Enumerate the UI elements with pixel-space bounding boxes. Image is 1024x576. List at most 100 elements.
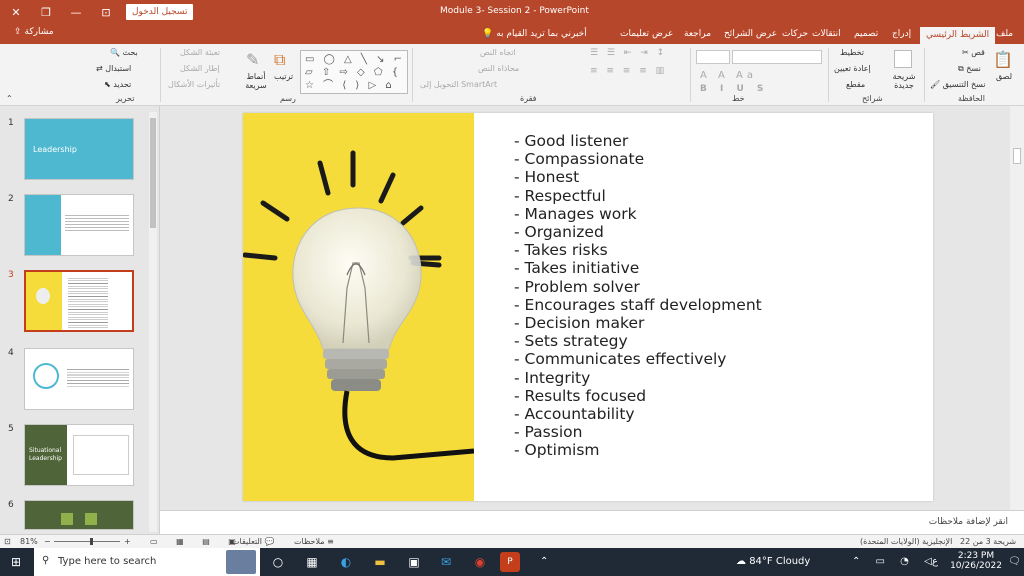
task-view-icon[interactable]: ○ [268,552,288,572]
slide-thumbnail-3[interactable] [24,270,134,332]
font-size-controls[interactable]: A A Aa [700,70,757,81]
tab-insert[interactable]: إدراج [892,27,911,44]
font-name-select[interactable] [732,50,822,64]
windows-start-icon[interactable]: ⊞ [6,552,26,572]
tab-home[interactable]: الشريط الرئيسي [920,27,996,44]
fit-slide-icon[interactable]: ⊡ [4,537,11,546]
tab-animations[interactable]: حركات [782,27,808,44]
zoom-level[interactable]: 81% [20,537,38,546]
slide-canvas[interactable]: - Good listener - Compassionate - Honest… [243,113,933,501]
zoom-slider-thumb[interactable] [90,538,93,545]
close-icon: ✕ [11,5,21,19]
copy-button[interactable]: ⧉ نسخ [958,64,981,74]
cut-button[interactable]: ✂ قص [962,48,985,57]
slide-thumbnail-4[interactable] [24,348,134,410]
scroll-handle[interactable] [1013,148,1021,164]
tab-view[interactable]: عرض [652,27,673,44]
file-explorer-icon[interactable]: ▬ [370,552,390,572]
shape-outline-button[interactable]: إطار الشكل [180,64,220,73]
close-button[interactable]: ✕ [6,3,26,21]
select-button[interactable]: ⬉ تحديد [104,80,131,89]
tab-help[interactable]: تعليمات [620,27,649,44]
paste-button[interactable]: لصق [996,72,1012,81]
slide-thumbnail-2[interactable] [24,194,134,256]
store-icon[interactable]: ▣ [404,552,424,572]
lightbulb-image[interactable] [243,113,474,501]
list-item: - Takes initiative [514,259,640,278]
replace-label: استبدال [105,64,132,73]
zoom-slider[interactable] [54,538,120,545]
restore-button[interactable]: ❐ [36,3,56,21]
taskbar-chevron-icon[interactable]: ⌃ [540,556,548,567]
quick-styles-icon[interactable]: ✎ [246,50,259,69]
powerpoint-icon[interactable]: P [500,552,520,572]
new-slide-button[interactable]: شريحة جديدة [886,72,922,90]
list-item: - Takes risks [514,241,608,260]
quick-styles-button[interactable]: أنماط سريعة [240,72,272,90]
text-direction-button[interactable]: اتجاه النص [480,48,516,57]
slide-scrollbar[interactable] [1010,106,1024,510]
slide-thumbnail-5[interactable]: Situational Leadership [24,424,134,486]
slide-thumbnail-6[interactable] [24,500,134,530]
list-controls[interactable]: ☰ ☰ ⇤ ⇥ ↕ [590,48,667,58]
find-button[interactable]: 🔍 بحث [110,48,138,57]
paste-icon[interactable]: 📋 [993,50,1013,69]
widgets-icon[interactable]: ▦ [302,552,322,572]
thumb-block [85,513,97,525]
thumbnail-scrollbar[interactable] [149,112,157,532]
sign-in-button[interactable]: تسجيل الدخول [126,4,194,20]
format-painter-button[interactable]: 🖌 نسخ التنسيق [930,80,985,89]
minimize-button[interactable]: — [66,3,86,21]
chrome-icon[interactable]: ◉ [470,552,490,572]
tab-design[interactable]: تصميم [854,27,878,44]
new-slide-icon[interactable] [894,50,912,68]
tab-file[interactable]: ملف [996,27,1013,44]
edge-icon[interactable]: ◐ [336,552,356,572]
ribbon-display-button[interactable]: ⊡ [96,3,116,21]
shape-effects-button[interactable]: تأثيرات الأشكال [168,80,220,89]
tab-slideshow[interactable]: عرض الشرائح [724,27,777,44]
replace-button[interactable]: ⇄ استبدال [96,64,131,73]
shapes-gallery[interactable]: ▭ ◯ △ ╲ ↘ ⌐ ▱ ⇧ ⇨ ◇ ⬠ {☆ ⌒ ⟨ ⟩ ▷ ⌂ [300,50,408,94]
tray-icons[interactable]: ⌃ ▭ ◔ ◁ [852,556,938,567]
smartart-button[interactable]: التحويل إلى SmartArt [420,80,497,89]
zoom-in-icon[interactable]: + [124,537,131,546]
thumb-number: 4 [8,348,14,358]
notes-pane[interactable]: انقر لإضافة ملاحظات [160,510,1024,534]
notes-button[interactable]: ملاحظات ≡ [294,537,334,546]
font-size-select[interactable] [696,50,730,64]
shape-fill-button[interactable]: تعبئة الشكل [180,48,220,57]
qualities-list[interactable]: - Good listener - Compassionate - Honest… [514,132,762,460]
arrange-icon[interactable]: ⧉ [274,50,285,70]
clock[interactable]: 2:23 PM 10/26/2022 [946,551,1006,571]
tab-transitions[interactable]: انتقالات [812,27,841,44]
tab-review[interactable]: مراجعة [684,27,711,44]
scroll-handle[interactable] [150,118,156,228]
tell-me-box[interactable]: 💡 أخبرني بما تريد القيام به [482,27,587,44]
reset-button[interactable]: إعادة تعيين [834,64,871,73]
input-language[interactable]: ع [932,556,938,567]
notifications-icon[interactable]: 🗨 [1008,556,1021,567]
align-controls[interactable]: ≡ ≡ ≡ ≡ ▥ [590,66,667,76]
ribbon-separator [690,48,691,102]
layout-button[interactable]: تخطيط [840,48,864,57]
group-drawing-label: رسم [280,94,296,103]
font-style-controls[interactable]: B I U S [700,84,768,94]
shapes-icon: ▭ ◯ △ ╲ ↘ ⌐ ▱ ⇧ ⇨ ◇ ⬠ {☆ ⌒ ⟨ ⟩ ▷ ⌂ [305,54,406,91]
view-buttons[interactable]: ▭ ▦ ▤ ▣ [150,537,244,546]
arrange-button[interactable]: ترتيب [274,72,293,81]
section-button[interactable]: مقطع [846,80,865,89]
collapse-ribbon-icon[interactable]: ⌃ [6,94,13,103]
share-button[interactable]: ⇪ مشاركة [14,27,54,37]
taskbar-search[interactable]: ⚲ Type here to search [34,548,260,576]
zoom-out-icon[interactable]: − [44,537,51,546]
weather-widget[interactable]: ☁ 84°F Cloudy [736,556,810,567]
slide-thumbnail-1[interactable]: Leadership [24,118,134,180]
thumb-number: 5 [8,424,14,434]
copy-label: نسخ [966,64,981,73]
mail-icon[interactable]: ✉ [436,552,456,572]
comments-button[interactable]: التعليقات 💬 [232,537,275,546]
taskbar: ⊞ ⚲ Type here to search ○ ▦ ◐ ▬ ▣ ✉ ◉ P … [0,548,1024,576]
align-text-button[interactable]: محاذاة النص [478,64,519,73]
language-indicator[interactable]: الإنجليزية (الولايات المتحدة) [860,537,952,546]
